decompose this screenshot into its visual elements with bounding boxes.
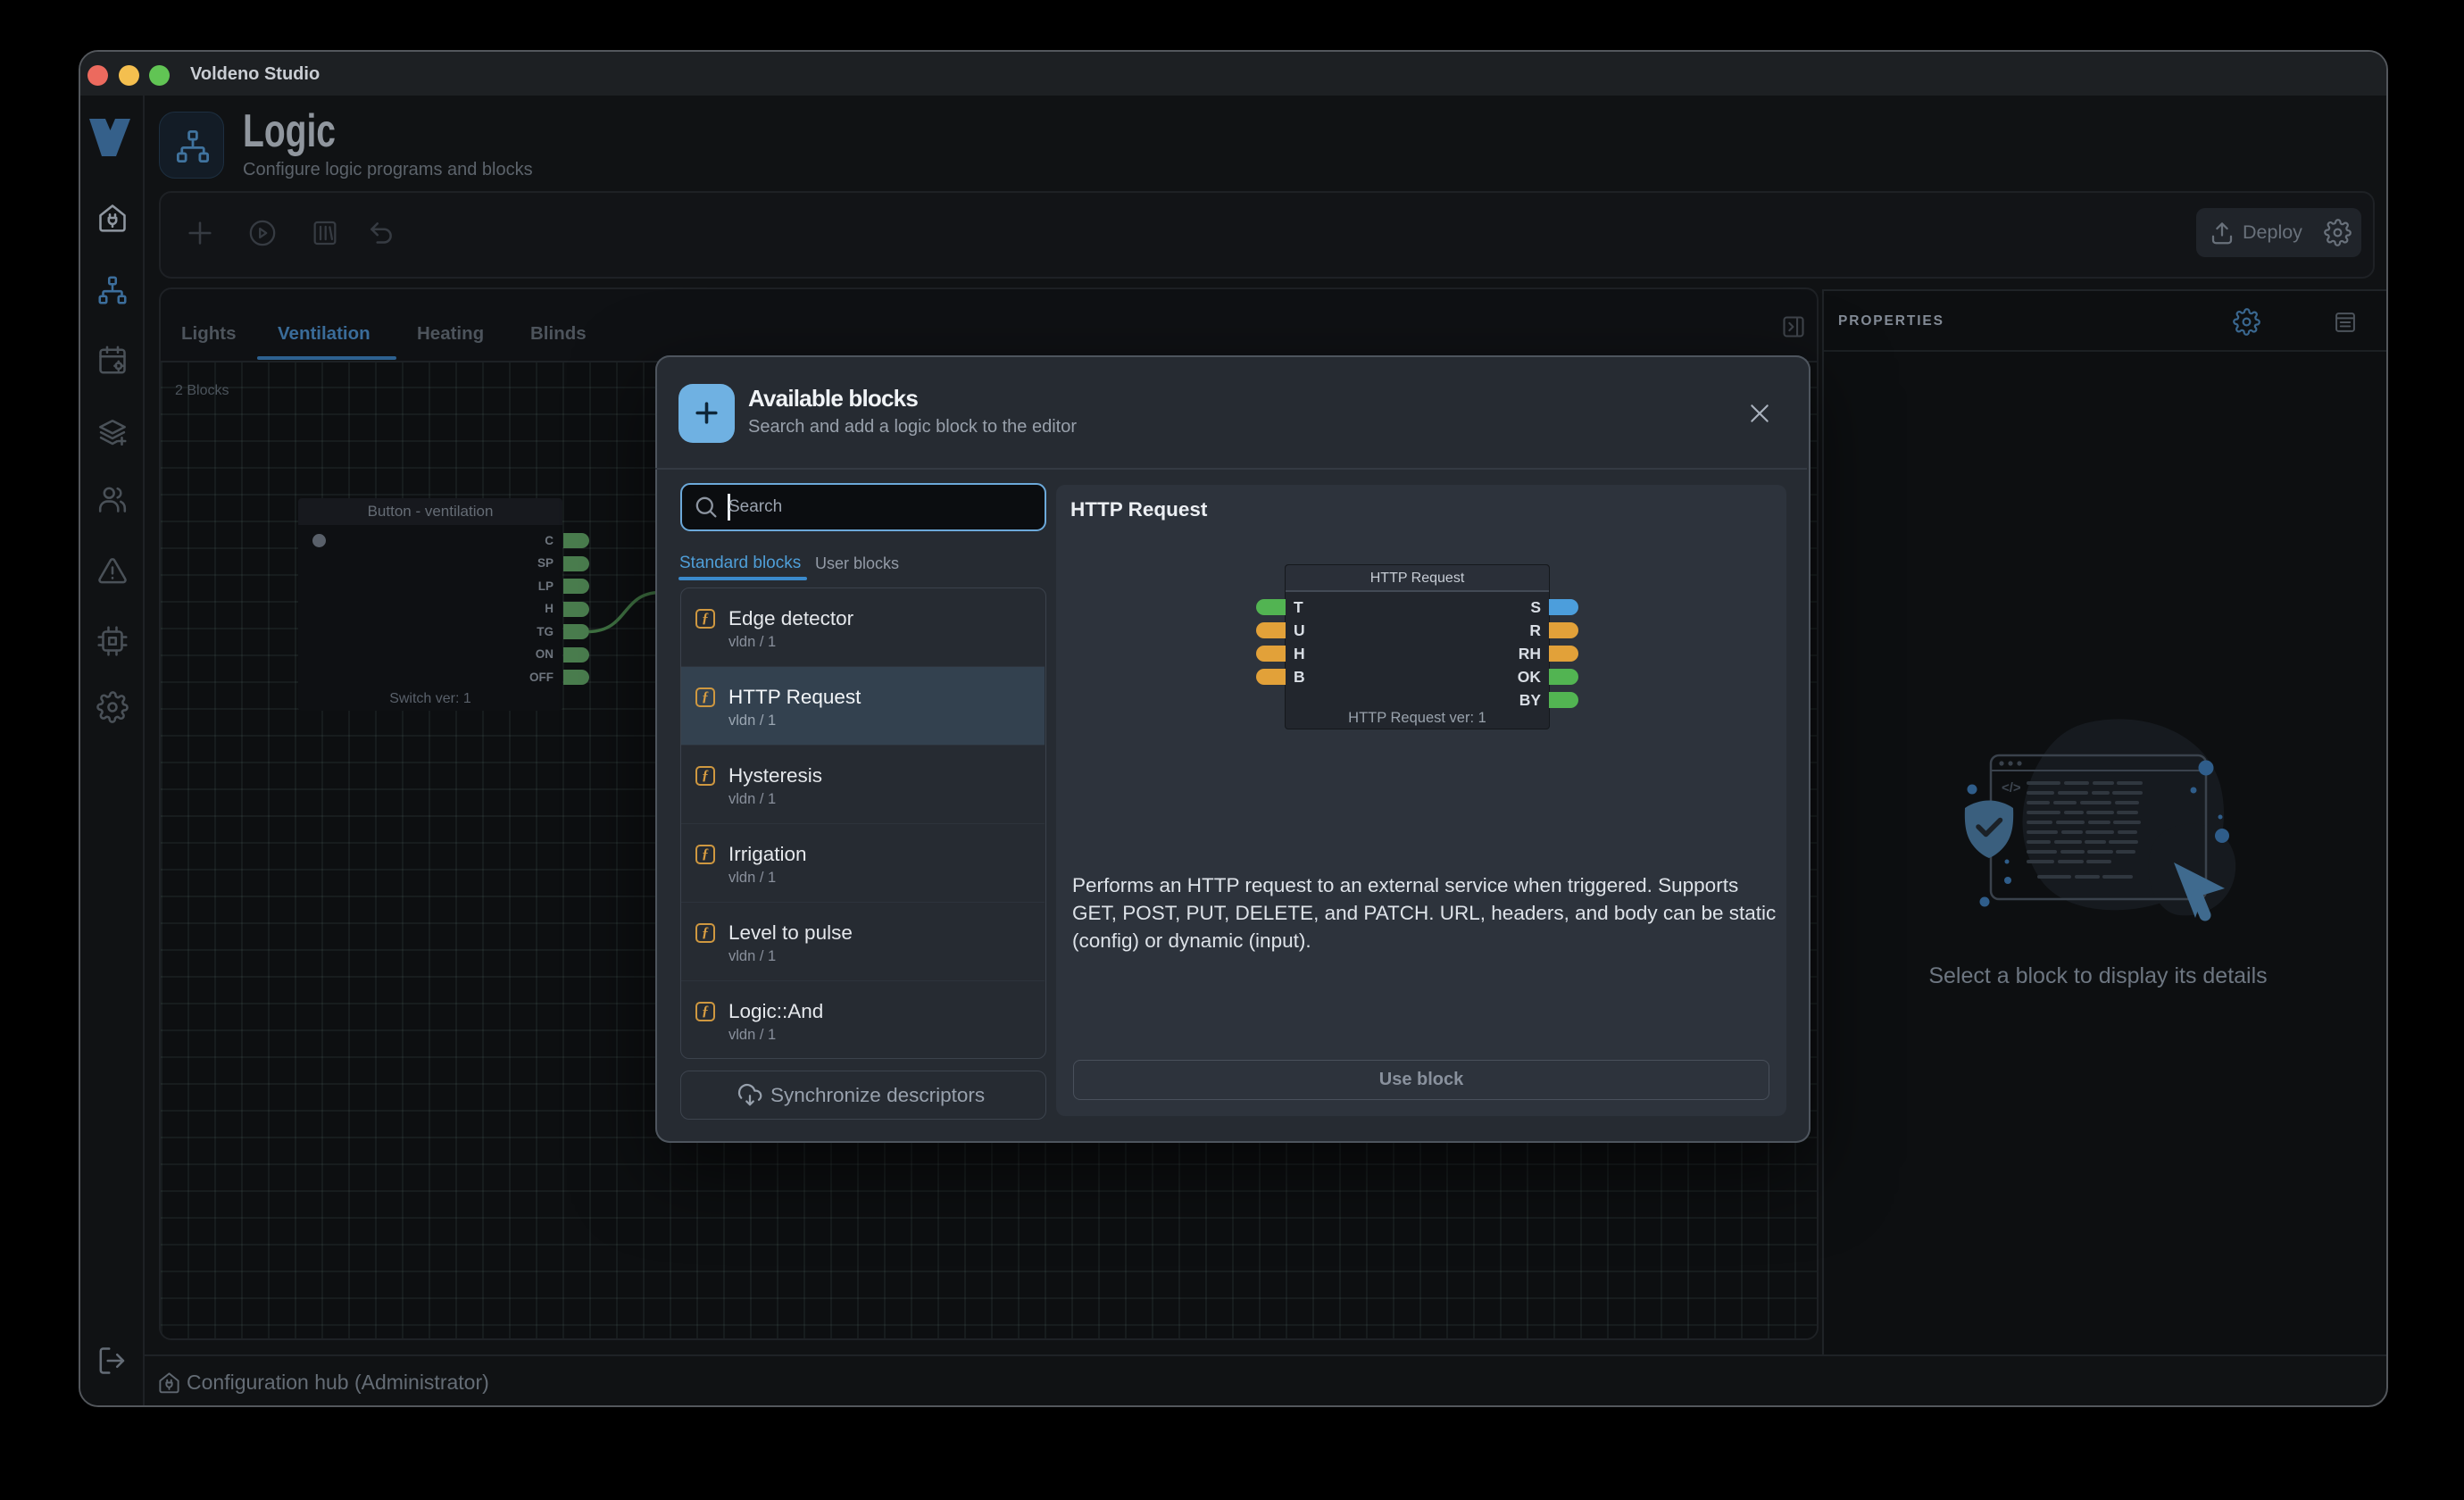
svg-text:</>: </> bbox=[2002, 780, 2021, 796]
